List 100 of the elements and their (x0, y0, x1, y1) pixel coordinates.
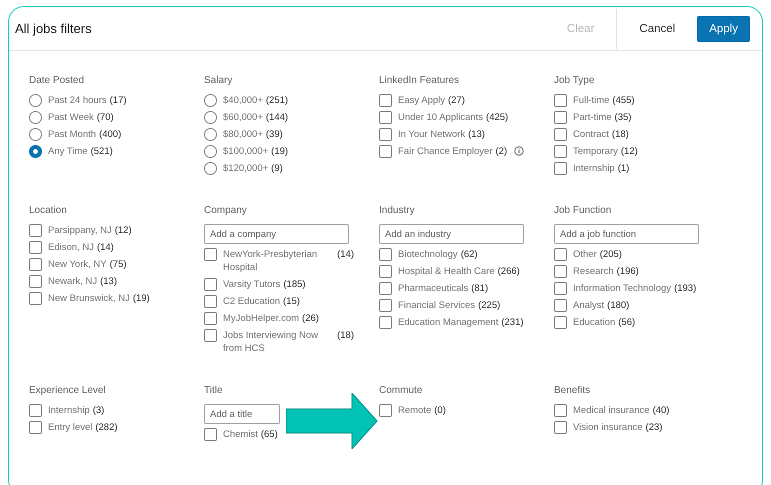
radio-button[interactable] (29, 145, 42, 158)
checkbox[interactable] (554, 128, 567, 141)
checkbox[interactable] (554, 316, 567, 329)
option-count: (193) (674, 282, 696, 295)
checkbox[interactable] (379, 145, 392, 158)
checkbox[interactable] (554, 145, 567, 158)
section-heading: Industry (379, 205, 416, 216)
option-label: Education Management (398, 316, 498, 329)
option-count: (81) (471, 282, 488, 295)
option-label: Part-time (573, 111, 612, 124)
checkbox[interactable] (554, 421, 567, 434)
checkbox[interactable] (379, 94, 392, 107)
checkbox[interactable] (204, 329, 217, 342)
option-count: (2) (496, 145, 508, 158)
option-count: (13) (468, 128, 485, 141)
checkbox[interactable] (29, 258, 42, 271)
search-field[interactable]: Add a job function (554, 224, 699, 244)
option-label: Education (573, 316, 616, 329)
checkbox[interactable] (554, 282, 567, 295)
option-count: (15) (283, 295, 300, 308)
checkbox[interactable] (379, 248, 392, 261)
option-label: NewYork-Presbyterian Hospital (223, 248, 318, 274)
info-icon[interactable] (514, 146, 524, 156)
option-label: Jobs Interviewing Now from HCS (223, 329, 320, 355)
option-label: Other (573, 248, 597, 261)
radio-button[interactable] (29, 111, 42, 124)
option-label: Full-time (573, 94, 610, 107)
checkbox[interactable] (204, 312, 217, 325)
option-label: Under 10 Applicants (398, 111, 484, 124)
radio-button[interactable] (29, 128, 42, 141)
radio-button[interactable] (204, 94, 217, 107)
option-count: (0) (434, 404, 446, 417)
checkbox[interactable] (554, 299, 567, 312)
option-label: Any Time (48, 145, 88, 158)
checkbox[interactable] (204, 428, 217, 441)
option-label: Edison, NJ (48, 241, 94, 254)
checkbox[interactable] (379, 282, 392, 295)
option-label: Past Month (48, 128, 96, 141)
checkbox[interactable] (204, 278, 217, 291)
search-field[interactable]: Add an industry (379, 224, 524, 244)
option-label: Entry level (48, 421, 92, 434)
checkbox[interactable] (554, 111, 567, 124)
option-count: (62) (460, 248, 478, 261)
option-count: (225) (478, 299, 500, 312)
option-label: $40,000+ (223, 94, 263, 107)
option-count: (400) (99, 128, 122, 141)
option-label: $100,000+ (223, 145, 268, 158)
checkbox[interactable] (554, 162, 567, 175)
option-count: (40) (652, 404, 670, 417)
option-label: Remote (398, 404, 432, 417)
section-heading: Commute (379, 385, 424, 396)
checkbox[interactable] (379, 299, 392, 312)
checkbox[interactable] (29, 224, 42, 237)
radio-button[interactable] (204, 145, 217, 158)
checkbox[interactable] (379, 265, 392, 278)
option-count: (18) (612, 128, 629, 141)
checkbox[interactable] (554, 94, 567, 107)
checkbox[interactable] (379, 404, 392, 417)
option-label: Fair Chance Employer (398, 145, 493, 158)
apply-button[interactable]: Apply (697, 16, 750, 42)
option-label: Newark, NJ (48, 275, 98, 288)
option-label: Easy Apply (398, 94, 445, 107)
section-heading: Job Function (554, 205, 612, 216)
checkbox[interactable] (29, 241, 42, 254)
checkbox[interactable] (204, 295, 217, 308)
checkbox[interactable] (554, 404, 567, 417)
option-count: (455) (612, 94, 635, 107)
option-label: Parsippany, NJ (48, 224, 112, 237)
option-label: Information Technology (573, 282, 672, 295)
search-field[interactable]: Add a company (204, 224, 349, 244)
option-label: $80,000+ (223, 128, 263, 141)
checkbox[interactable] (29, 421, 42, 434)
option-count: (70) (96, 111, 114, 124)
search-field[interactable]: Add a title (204, 404, 280, 424)
radio-button[interactable] (204, 128, 217, 141)
checkbox[interactable] (204, 248, 217, 261)
checkbox[interactable] (379, 128, 392, 141)
checkbox[interactable] (379, 111, 392, 124)
section-heading: Date Posted (29, 75, 86, 86)
section-heading: LinkedIn Features (379, 75, 460, 86)
checkbox[interactable] (29, 275, 42, 288)
section-heading: Location (29, 205, 68, 216)
option-count: (251) (266, 94, 288, 107)
checkbox[interactable] (554, 248, 567, 261)
checkbox[interactable] (554, 265, 567, 278)
radio-button[interactable] (29, 94, 42, 107)
radio-button[interactable] (204, 162, 217, 175)
option-count: (266) (498, 265, 520, 278)
option-count: (39) (266, 128, 283, 141)
option-label: MyJobHelper.com (223, 312, 300, 325)
option-label: Past 24 hours (48, 94, 107, 107)
option-label: Past Week (48, 111, 94, 124)
option-label: Biotechnology (398, 248, 458, 261)
cancel-button[interactable]: Cancel (631, 16, 684, 42)
radio-button[interactable] (204, 111, 217, 124)
option-count: (75) (110, 258, 127, 271)
checkbox[interactable] (29, 292, 42, 305)
checkbox[interactable] (29, 404, 42, 417)
checkbox[interactable] (379, 316, 392, 329)
option-count: (13) (100, 275, 117, 288)
